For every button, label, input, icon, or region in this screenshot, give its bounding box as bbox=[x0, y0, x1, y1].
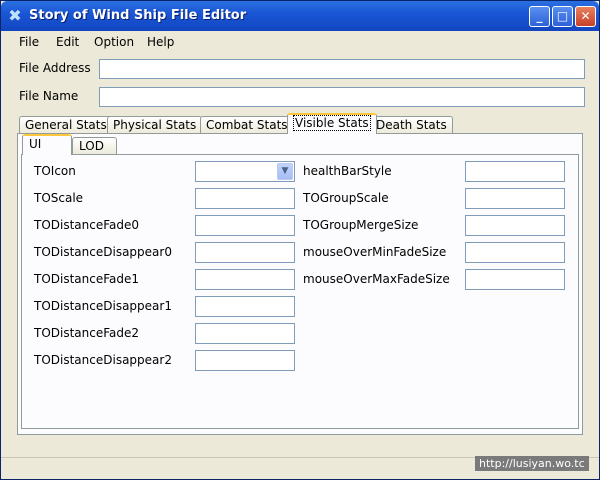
file-address-label: File Address bbox=[19, 61, 91, 75]
tab-visible-stats[interactable]: Visible Stats bbox=[287, 113, 377, 134]
maximize-button[interactable]: □ bbox=[552, 6, 573, 27]
field-label-mouseoverminfadesize: mouseOverMinFadeSize bbox=[303, 245, 447, 259]
tab-combat-stats[interactable]: Combat Stats bbox=[200, 116, 294, 134]
toscale-input[interactable] bbox=[195, 188, 295, 209]
menu-help[interactable]: Help bbox=[147, 35, 174, 49]
field-label-togroupmergesize: TOGroupMergeSize bbox=[303, 218, 419, 232]
window-title: Story of Wind Ship File Editor bbox=[29, 8, 247, 23]
field-label-todistancedisappear2: TODistanceDisappear2 bbox=[34, 353, 172, 367]
tab-label: Visible Stats bbox=[293, 115, 371, 131]
menu-option[interactable]: Option bbox=[94, 35, 134, 49]
field-label-todistancefade2: TODistanceFade2 bbox=[34, 326, 140, 340]
subtab-label: LOD bbox=[79, 139, 104, 153]
field-label-healthbarstyle: healthBarStyle bbox=[303, 164, 392, 178]
file-name-label: File Name bbox=[19, 89, 79, 103]
field-label-todistancefade0: TODistanceFade0 bbox=[34, 218, 140, 232]
tab-label: Death Stats bbox=[376, 118, 447, 132]
field-label-toscale: TOScale bbox=[34, 191, 84, 205]
healthbarstyle-input[interactable] bbox=[465, 161, 565, 182]
field-label-todistancedisappear1: TODistanceDisappear1 bbox=[34, 299, 172, 313]
tab-physical-stats[interactable]: Physical Stats bbox=[107, 116, 203, 134]
menu-file[interactable]: File bbox=[19, 35, 39, 49]
title-bar[interactable]: ✖ Story of Wind Ship File Editor _ □ ✕ bbox=[1, 1, 599, 31]
file-address-input[interactable] bbox=[99, 59, 585, 79]
file-name-input[interactable] bbox=[99, 87, 585, 107]
menu-bar: File Edit Option Help bbox=[1, 32, 599, 54]
field-label-todistancedisappear0: TODistanceDisappear0 bbox=[34, 245, 172, 259]
todistancefade0-input[interactable] bbox=[195, 215, 295, 236]
close-button[interactable]: ✕ bbox=[575, 6, 596, 27]
tab-label: Combat Stats bbox=[206, 118, 288, 132]
mouseovermaxfadesize-input[interactable] bbox=[465, 269, 565, 290]
mouseoverminfadesize-input[interactable] bbox=[465, 242, 565, 263]
watermark: http://lusiyan.wo.tc bbox=[475, 456, 589, 471]
app-window: ✖ Story of Wind Ship File Editor _ □ ✕ F… bbox=[0, 0, 600, 480]
field-label-mouseovermaxfadesize: mouseOverMaxFadeSize bbox=[303, 272, 450, 286]
todistancefade2-input[interactable] bbox=[195, 323, 295, 344]
tab-label: Physical Stats bbox=[113, 118, 197, 132]
todistancedisappear0-input[interactable] bbox=[195, 242, 295, 263]
minimize-button[interactable]: _ bbox=[529, 6, 550, 27]
subtab-ui[interactable]: UI bbox=[22, 134, 72, 155]
todistancedisappear2-input[interactable] bbox=[195, 350, 295, 371]
menu-edit[interactable]: Edit bbox=[56, 35, 79, 49]
subtab-label: UI bbox=[29, 137, 42, 151]
x-logo-icon: ✖ bbox=[8, 6, 22, 25]
tab-general-stats[interactable]: General Stats bbox=[19, 116, 113, 134]
chevron-down-icon[interactable]: ▼ bbox=[277, 163, 293, 180]
tab-death-stats[interactable]: Death Stats bbox=[370, 116, 453, 134]
field-label-todistancefade1: TODistanceFade1 bbox=[34, 272, 140, 286]
toicon-combo[interactable]: ▼ bbox=[195, 161, 295, 182]
todistancedisappear1-input[interactable] bbox=[195, 296, 295, 317]
togroupmergesize-input[interactable] bbox=[465, 215, 565, 236]
field-label-togroupscale: TOGroupScale bbox=[303, 191, 389, 205]
field-label-toicon: TOIcon bbox=[34, 164, 76, 178]
subtab-lod[interactable]: LOD bbox=[72, 137, 117, 155]
togroupscale-input[interactable] bbox=[465, 188, 565, 209]
todistancefade1-input[interactable] bbox=[195, 269, 295, 290]
tab-label: General Stats bbox=[25, 118, 107, 132]
